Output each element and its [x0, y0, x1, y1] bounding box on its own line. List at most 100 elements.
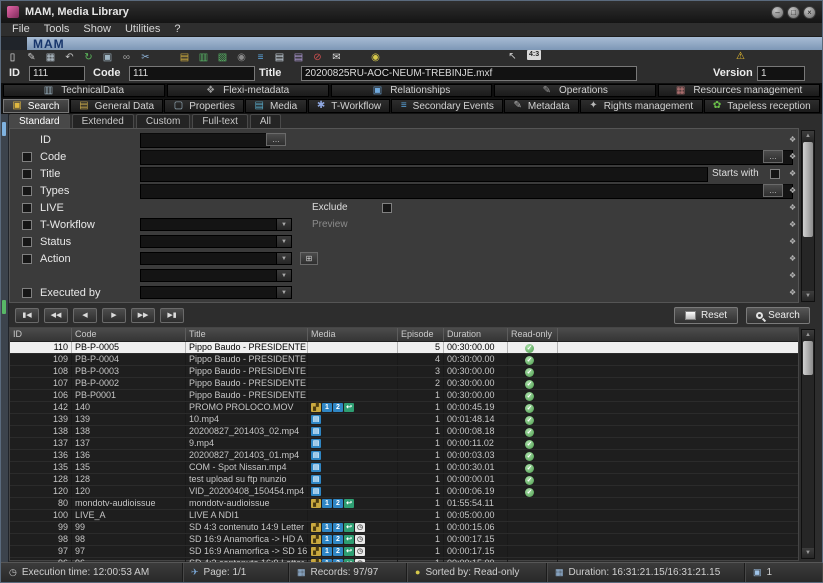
import-media-icon[interactable]: ▤ — [178, 51, 191, 64]
executed-by-checkbox[interactable] — [22, 288, 32, 298]
delete-icon[interactable]: ⊘ — [311, 51, 324, 64]
menu-show[interactable]: Show — [76, 23, 118, 36]
tab-operations[interactable]: ✎Operations — [494, 84, 656, 97]
action-list-button[interactable]: ⊞ — [300, 252, 318, 265]
table-row[interactable]: 135135COM - Spot Nissan.mp4▤100:00:30.01… — [10, 462, 798, 474]
cut-icon[interactable]: ✂ — [139, 51, 152, 64]
tab-relationships[interactable]: ▣Relationships — [331, 84, 493, 97]
tab-secondary-events[interactable]: ≡Secondary Events — [391, 99, 503, 113]
types-checkbox[interactable] — [22, 186, 32, 196]
column-header-read-only[interactable]: Read-only — [508, 328, 558, 341]
undo-icon[interactable]: ↶ — [63, 51, 76, 64]
prev-record-button[interactable]: ◀ — [73, 308, 97, 323]
menu-help[interactable]: ? — [167, 23, 187, 36]
tab-flexi-metadata[interactable]: ❖Flexi-metadata — [167, 84, 329, 97]
first-record-button[interactable]: ▮◀ — [15, 308, 39, 323]
table-row[interactable]: 13613620200827_201403_01.mp4▤100:00:03.0… — [10, 450, 798, 462]
left-splitter-strip[interactable] — [1, 114, 9, 562]
subtab-extended[interactable]: Extended — [72, 114, 134, 128]
column-header-id[interactable]: ID — [10, 328, 72, 341]
column-header-duration[interactable]: Duration — [444, 328, 508, 341]
edit-record-icon[interactable]: ✎ — [25, 51, 38, 64]
tab-search[interactable]: ▣Search — [3, 99, 69, 113]
tab-media[interactable]: ▤Media — [245, 99, 306, 113]
find-media-icon[interactable]: ◉ — [235, 51, 248, 64]
column-header-episode[interactable]: Episode — [398, 328, 444, 341]
row-options-icon[interactable]: ❖ — [789, 203, 796, 213]
exclude-checkbox[interactable] — [382, 203, 392, 213]
extra-dropdown[interactable]: ▼ — [140, 269, 292, 282]
code-input[interactable] — [140, 150, 793, 165]
record-version-field[interactable] — [757, 66, 805, 81]
archive-icon[interactable]: ▥ — [197, 51, 210, 64]
copy-icon[interactable]: ▣ — [101, 51, 114, 64]
t-workflow-dropdown[interactable]: ▼ — [140, 218, 292, 231]
mail-icon[interactable]: ✉ — [330, 51, 343, 64]
record-code-field[interactable] — [129, 66, 255, 81]
table-row[interactable]: 109PB-P-0004Pippo Baudo - PRESIDENTE400:… — [10, 354, 798, 366]
refresh-icon[interactable]: ↻ — [82, 51, 95, 64]
tab-general-data[interactable]: ▤General Data — [70, 99, 164, 113]
id-input[interactable] — [140, 133, 270, 148]
form-scrollbar-thumb[interactable] — [803, 142, 813, 237]
types-input[interactable] — [140, 184, 793, 199]
column-header-code[interactable]: Code — [72, 328, 186, 341]
aspect-4-3-icon[interactable]: 4:3 — [527, 50, 541, 60]
table-row[interactable]: 128128test upload su ftp nunzio▤100:00:0… — [10, 474, 798, 486]
minimize-button[interactable]: – — [771, 6, 784, 19]
table-row[interactable]: 1371379.mp4▤100:00:11.02✓ — [10, 438, 798, 450]
fast-prev-button[interactable]: ◀◀ — [44, 308, 68, 323]
maximize-button[interactable]: □ — [787, 6, 800, 19]
scroll-down-icon[interactable]: ▼ — [802, 548, 814, 558]
row-options-icon[interactable]: ❖ — [789, 271, 796, 281]
table-row[interactable]: 100LIVE_ALIVE A NDI1100:05:00.00 — [10, 510, 798, 522]
table-row[interactable]: 120120VID_20200408_150454.mp4▤100:00:06.… — [10, 486, 798, 498]
reset-button[interactable]: Reset — [674, 307, 738, 324]
row-options-icon[interactable]: ❖ — [789, 254, 796, 264]
row-options-icon[interactable]: ❖ — [789, 288, 796, 298]
tab-t-workflow[interactable]: ✱T-Workflow — [308, 99, 391, 113]
column-header-title[interactable]: Title — [186, 328, 308, 341]
table-row[interactable]: 108PB-P-0003Pippo Baudo - PRESIDENTE300:… — [10, 366, 798, 378]
cd-export-icon[interactable]: ◉ — [369, 51, 382, 64]
id-browse-button[interactable]: … — [266, 133, 286, 146]
title-input[interactable] — [140, 167, 708, 182]
export-page-icon[interactable]: ▤ — [273, 51, 286, 64]
status-dropdown[interactable]: ▼ — [140, 235, 292, 248]
row-options-icon[interactable]: ❖ — [789, 186, 796, 196]
table-row[interactable]: 13813820200827_201403_02.mp4▤100:00:08.1… — [10, 426, 798, 438]
row-options-icon[interactable]: ❖ — [789, 237, 796, 247]
subtab-full-text[interactable]: Full-text — [192, 114, 248, 128]
record-title-field[interactable] — [301, 66, 637, 81]
action-dropdown[interactable]: ▼ — [140, 252, 292, 265]
table-row[interactable]: 80mondotv-audioissuemondotv-audioissue▞1… — [10, 498, 798, 510]
t-workflow-checkbox[interactable] — [22, 220, 32, 230]
table-row[interactable]: 9999SD 4:3 contenuto 14:9 Letter▞12↩◷100… — [10, 522, 798, 534]
menu-tools[interactable]: Tools — [37, 23, 77, 36]
tab-technicaldata[interactable]: ▥TechnicalData — [3, 84, 165, 97]
table-row[interactable]: 9898SD 16:9 Anamorfica -> HD A▞12↩◷100:0… — [10, 534, 798, 546]
table-row[interactable]: 13913910.mp4▤100:01:48.14✓ — [10, 414, 798, 426]
live-checkbox[interactable] — [22, 203, 32, 213]
notes-icon[interactable]: ▤ — [292, 51, 305, 64]
save-icon[interactable]: ▦ — [44, 51, 57, 64]
subtab-custom[interactable]: Custom — [136, 114, 190, 128]
tab-metadata[interactable]: ✎Metadata — [504, 99, 579, 113]
subtab-all[interactable]: All — [250, 114, 281, 128]
search-button[interactable]: Search — [746, 307, 810, 324]
types-browse-button[interactable]: … — [763, 184, 783, 197]
fast-next-button[interactable]: ▶▶ — [131, 308, 155, 323]
row-options-icon[interactable]: ❖ — [789, 135, 796, 145]
action-checkbox[interactable] — [22, 254, 32, 264]
table-row[interactable]: 107PB-P-0002Pippo Baudo - PRESIDENTE200:… — [10, 378, 798, 390]
title-checkbox[interactable] — [22, 169, 32, 179]
table-row[interactable]: 106PB-P0001Pippo Baudo - PRESIDENTE100:3… — [10, 390, 798, 402]
scroll-up-icon[interactable]: ▲ — [802, 131, 814, 141]
tab-properties[interactable]: ▢Properties — [164, 99, 244, 113]
scroll-down-icon[interactable]: ▼ — [802, 291, 814, 301]
form-scrollbar[interactable]: ▲ ▼ — [801, 130, 815, 302]
pointer-icon[interactable]: ↖ — [506, 50, 519, 63]
playlist-icon[interactable]: ≡ — [254, 51, 267, 64]
new-icon[interactable]: ▯ — [6, 51, 19, 64]
scroll-up-icon[interactable]: ▲ — [802, 330, 814, 340]
